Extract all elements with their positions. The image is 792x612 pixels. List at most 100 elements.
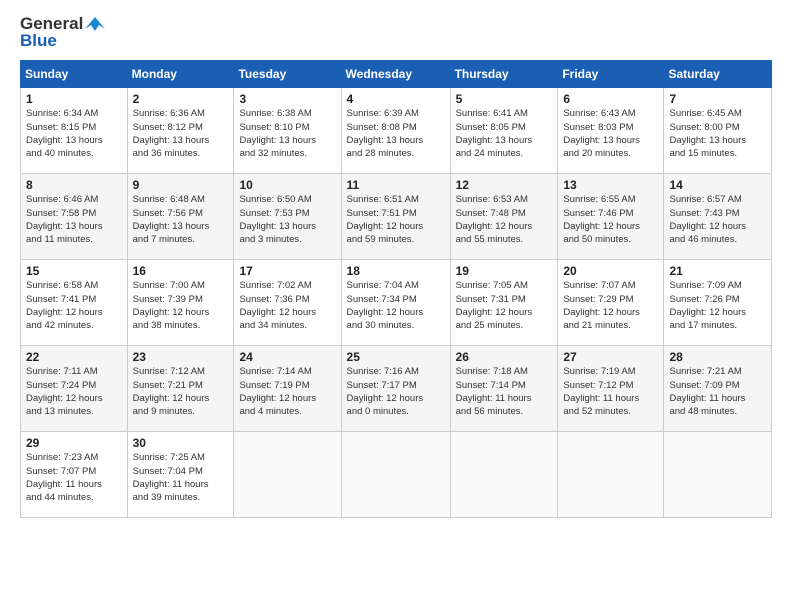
calendar-week-2: 8Sunrise: 6:46 AM Sunset: 7:58 PM Daylig… (21, 174, 772, 260)
calendar-cell: 10Sunrise: 6:50 AM Sunset: 7:53 PM Dayli… (234, 174, 341, 260)
weekday-header-monday: Monday (127, 61, 234, 88)
day-info: Sunrise: 7:21 AM Sunset: 7:09 PM Dayligh… (669, 365, 766, 418)
day-info: Sunrise: 7:05 AM Sunset: 7:31 PM Dayligh… (456, 279, 553, 332)
day-number: 11 (347, 178, 445, 192)
calendar-week-3: 15Sunrise: 6:58 AM Sunset: 7:41 PM Dayli… (21, 260, 772, 346)
day-number: 3 (239, 92, 335, 106)
day-number: 9 (133, 178, 229, 192)
day-number: 19 (456, 264, 553, 278)
calendar-cell: 11Sunrise: 6:51 AM Sunset: 7:51 PM Dayli… (341, 174, 450, 260)
day-number: 24 (239, 350, 335, 364)
day-info: Sunrise: 7:12 AM Sunset: 7:21 PM Dayligh… (133, 365, 229, 418)
calendar-cell: 15Sunrise: 6:58 AM Sunset: 7:41 PM Dayli… (21, 260, 128, 346)
calendar-week-1: 1Sunrise: 6:34 AM Sunset: 8:15 PM Daylig… (21, 88, 772, 174)
day-number: 4 (347, 92, 445, 106)
day-number: 8 (26, 178, 122, 192)
day-info: Sunrise: 6:48 AM Sunset: 7:56 PM Dayligh… (133, 193, 229, 246)
day-info: Sunrise: 6:43 AM Sunset: 8:03 PM Dayligh… (563, 107, 658, 160)
calendar-cell (450, 432, 558, 518)
calendar-cell: 2Sunrise: 6:36 AM Sunset: 8:12 PM Daylig… (127, 88, 234, 174)
day-info: Sunrise: 6:53 AM Sunset: 7:48 PM Dayligh… (456, 193, 553, 246)
calendar-week-5: 29Sunrise: 7:23 AM Sunset: 7:07 PM Dayli… (21, 432, 772, 518)
day-number: 28 (669, 350, 766, 364)
calendar-cell: 16Sunrise: 7:00 AM Sunset: 7:39 PM Dayli… (127, 260, 234, 346)
day-number: 12 (456, 178, 553, 192)
weekday-header-friday: Friday (558, 61, 664, 88)
page: General Blue SundayMondayTuesdayWednesda… (0, 0, 792, 612)
calendar-body: 1Sunrise: 6:34 AM Sunset: 8:15 PM Daylig… (21, 88, 772, 518)
day-number: 17 (239, 264, 335, 278)
day-number: 5 (456, 92, 553, 106)
calendar-cell: 25Sunrise: 7:16 AM Sunset: 7:17 PM Dayli… (341, 346, 450, 432)
day-number: 29 (26, 436, 122, 450)
calendar-cell (558, 432, 664, 518)
day-number: 26 (456, 350, 553, 364)
day-info: Sunrise: 6:36 AM Sunset: 8:12 PM Dayligh… (133, 107, 229, 160)
day-number: 16 (133, 264, 229, 278)
day-info: Sunrise: 6:58 AM Sunset: 7:41 PM Dayligh… (26, 279, 122, 332)
day-info: Sunrise: 7:25 AM Sunset: 7:04 PM Dayligh… (133, 451, 229, 504)
calendar-cell: 9Sunrise: 6:48 AM Sunset: 7:56 PM Daylig… (127, 174, 234, 260)
day-info: Sunrise: 7:02 AM Sunset: 7:36 PM Dayligh… (239, 279, 335, 332)
day-info: Sunrise: 7:23 AM Sunset: 7:07 PM Dayligh… (26, 451, 122, 504)
weekday-header-wednesday: Wednesday (341, 61, 450, 88)
day-info: Sunrise: 6:57 AM Sunset: 7:43 PM Dayligh… (669, 193, 766, 246)
logo: General Blue (20, 15, 105, 50)
day-info: Sunrise: 7:04 AM Sunset: 7:34 PM Dayligh… (347, 279, 445, 332)
day-info: Sunrise: 7:00 AM Sunset: 7:39 PM Dayligh… (133, 279, 229, 332)
calendar-cell: 17Sunrise: 7:02 AM Sunset: 7:36 PM Dayli… (234, 260, 341, 346)
day-info: Sunrise: 7:09 AM Sunset: 7:26 PM Dayligh… (669, 279, 766, 332)
logo-bird-icon (85, 15, 105, 33)
weekday-header-sunday: Sunday (21, 61, 128, 88)
calendar-cell: 26Sunrise: 7:18 AM Sunset: 7:14 PM Dayli… (450, 346, 558, 432)
day-info: Sunrise: 6:50 AM Sunset: 7:53 PM Dayligh… (239, 193, 335, 246)
calendar-cell: 20Sunrise: 7:07 AM Sunset: 7:29 PM Dayli… (558, 260, 664, 346)
weekday-header-saturday: Saturday (664, 61, 772, 88)
day-number: 25 (347, 350, 445, 364)
weekday-header-tuesday: Tuesday (234, 61, 341, 88)
calendar-cell: 28Sunrise: 7:21 AM Sunset: 7:09 PM Dayli… (664, 346, 772, 432)
day-info: Sunrise: 6:41 AM Sunset: 8:05 PM Dayligh… (456, 107, 553, 160)
day-info: Sunrise: 6:51 AM Sunset: 7:51 PM Dayligh… (347, 193, 445, 246)
calendar-cell: 27Sunrise: 7:19 AM Sunset: 7:12 PM Dayli… (558, 346, 664, 432)
calendar-cell: 29Sunrise: 7:23 AM Sunset: 7:07 PM Dayli… (21, 432, 128, 518)
day-number: 10 (239, 178, 335, 192)
day-info: Sunrise: 7:18 AM Sunset: 7:14 PM Dayligh… (456, 365, 553, 418)
day-info: Sunrise: 6:34 AM Sunset: 8:15 PM Dayligh… (26, 107, 122, 160)
day-number: 1 (26, 92, 122, 106)
day-number: 13 (563, 178, 658, 192)
day-info: Sunrise: 7:16 AM Sunset: 7:17 PM Dayligh… (347, 365, 445, 418)
calendar-cell: 8Sunrise: 6:46 AM Sunset: 7:58 PM Daylig… (21, 174, 128, 260)
calendar-table: SundayMondayTuesdayWednesdayThursdayFrid… (20, 60, 772, 518)
day-number: 20 (563, 264, 658, 278)
calendar-cell: 3Sunrise: 6:38 AM Sunset: 8:10 PM Daylig… (234, 88, 341, 174)
calendar-cell: 14Sunrise: 6:57 AM Sunset: 7:43 PM Dayli… (664, 174, 772, 260)
day-info: Sunrise: 6:38 AM Sunset: 8:10 PM Dayligh… (239, 107, 335, 160)
calendar-cell: 30Sunrise: 7:25 AM Sunset: 7:04 PM Dayli… (127, 432, 234, 518)
day-info: Sunrise: 7:07 AM Sunset: 7:29 PM Dayligh… (563, 279, 658, 332)
calendar-cell (664, 432, 772, 518)
calendar-cell: 6Sunrise: 6:43 AM Sunset: 8:03 PM Daylig… (558, 88, 664, 174)
day-info: Sunrise: 6:45 AM Sunset: 8:00 PM Dayligh… (669, 107, 766, 160)
calendar-cell: 1Sunrise: 6:34 AM Sunset: 8:15 PM Daylig… (21, 88, 128, 174)
weekday-header-row: SundayMondayTuesdayWednesdayThursdayFrid… (21, 61, 772, 88)
calendar-cell: 21Sunrise: 7:09 AM Sunset: 7:26 PM Dayli… (664, 260, 772, 346)
calendar-week-4: 22Sunrise: 7:11 AM Sunset: 7:24 PM Dayli… (21, 346, 772, 432)
calendar-cell: 13Sunrise: 6:55 AM Sunset: 7:46 PM Dayli… (558, 174, 664, 260)
day-info: Sunrise: 6:55 AM Sunset: 7:46 PM Dayligh… (563, 193, 658, 246)
calendar-cell: 4Sunrise: 6:39 AM Sunset: 8:08 PM Daylig… (341, 88, 450, 174)
calendar-cell: 7Sunrise: 6:45 AM Sunset: 8:00 PM Daylig… (664, 88, 772, 174)
day-info: Sunrise: 7:14 AM Sunset: 7:19 PM Dayligh… (239, 365, 335, 418)
day-number: 7 (669, 92, 766, 106)
calendar-cell (341, 432, 450, 518)
day-info: Sunrise: 7:11 AM Sunset: 7:24 PM Dayligh… (26, 365, 122, 418)
calendar-cell: 12Sunrise: 6:53 AM Sunset: 7:48 PM Dayli… (450, 174, 558, 260)
day-number: 2 (133, 92, 229, 106)
day-number: 21 (669, 264, 766, 278)
calendar-cell (234, 432, 341, 518)
calendar-cell: 24Sunrise: 7:14 AM Sunset: 7:19 PM Dayli… (234, 346, 341, 432)
day-info: Sunrise: 6:46 AM Sunset: 7:58 PM Dayligh… (26, 193, 122, 246)
calendar-cell: 19Sunrise: 7:05 AM Sunset: 7:31 PM Dayli… (450, 260, 558, 346)
day-info: Sunrise: 7:19 AM Sunset: 7:12 PM Dayligh… (563, 365, 658, 418)
day-number: 30 (133, 436, 229, 450)
